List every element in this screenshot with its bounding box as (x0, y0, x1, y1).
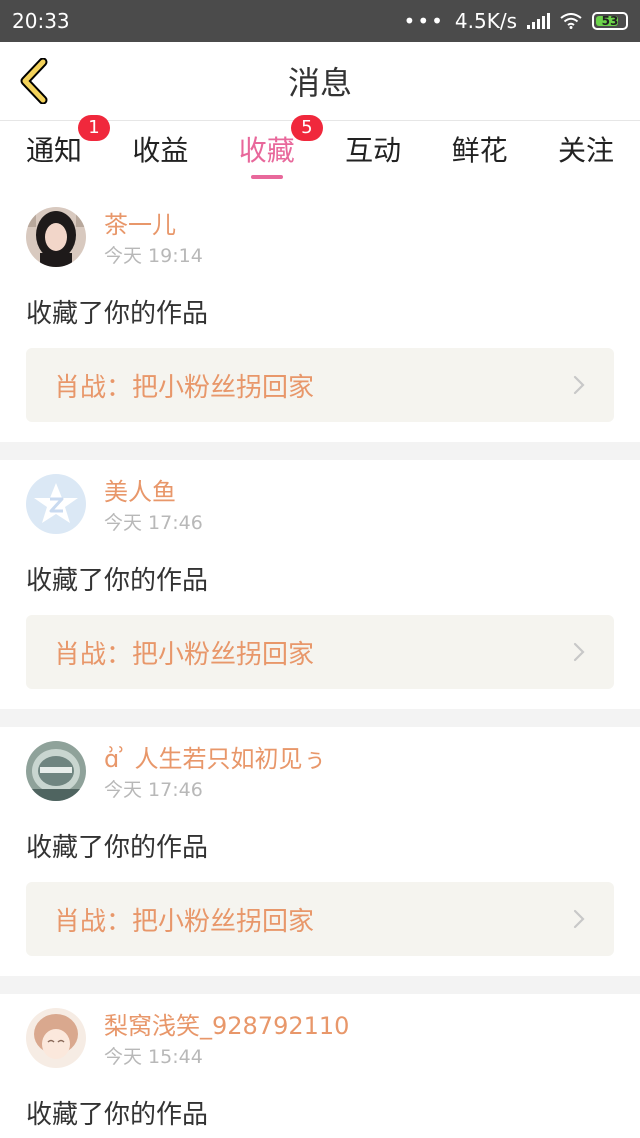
action-text: 收藏了你的作品 (26, 299, 209, 329)
status-icons: ••• 4.5K/s 53 (404, 9, 628, 33)
tab-label: 通知 (26, 134, 83, 167)
chevron-right-icon (573, 375, 585, 395)
wifi-icon (560, 13, 582, 29)
user-row: ɑ͗ ͗ 人生若只如初见ぅ 今天 17:46 (26, 741, 614, 805)
status-bar: 20:33 ••• 4.5K/s 53 (0, 0, 640, 42)
default-avatar-icon (26, 474, 86, 534)
status-time: 20:33 (12, 9, 70, 33)
tab-earnings[interactable]: 收益 (132, 121, 188, 193)
message-card: 梨窝浅笑_928792110 今天 15:44 收藏了你的作品 (0, 994, 640, 1138)
tab-flowers[interactable]: 鲜花 (452, 121, 508, 193)
battery-icon: 53 (592, 12, 628, 30)
action-text: 收藏了你的作品 (26, 833, 209, 863)
avatar[interactable] (26, 474, 86, 534)
work-link[interactable]: 肖战：把小粉丝拐回家 (26, 882, 614, 956)
timestamp: 今天 17:46 (104, 512, 203, 534)
username[interactable]: 梨窝浅笑_928792110 (104, 1010, 349, 1042)
battery-level: 53 (601, 14, 619, 28)
user-photo-icon (26, 207, 86, 267)
username[interactable]: 美人鱼 (104, 476, 203, 508)
username[interactable]: ɑ͗ ͗ 人生若只如初见ぅ (104, 743, 327, 775)
user-row: 美人鱼 今天 17:46 (26, 474, 614, 538)
unread-badge: 5 (290, 115, 323, 141)
chevron-right-icon (573, 909, 585, 929)
tab-notice[interactable]: 通知 1 (26, 115, 111, 193)
user-row: 梨窝浅笑_928792110 今天 15:44 (26, 1008, 614, 1072)
user-meta: ɑ͗ ͗ 人生若只如初见ぅ 今天 17:46 (104, 741, 327, 805)
action-text: 收藏了你的作品 (26, 566, 209, 596)
tab-interactions[interactable]: 互动 (345, 121, 401, 193)
message-card: ɑ͗ ͗ 人生若只如初见ぅ 今天 17:46 收藏了你的作品 肖战：把小粉丝拐回… (0, 727, 640, 976)
work-link[interactable]: 肖战：把小粉丝拐回家 (26, 615, 614, 689)
message-card: 美人鱼 今天 17:46 收藏了你的作品 肖战：把小粉丝拐回家 (0, 460, 640, 709)
tab-label: 收藏 (238, 134, 295, 167)
message-list: 茶一儿 今天 19:14 收藏了你的作品 肖战：把小粉丝拐回家 美人鱼 今天 1… (0, 193, 640, 1138)
back-button[interactable] (14, 57, 54, 105)
user-row: 茶一儿 今天 19:14 (26, 207, 614, 271)
chevron-right-icon (573, 642, 585, 662)
tab-label: 收益 (132, 134, 189, 167)
timestamp: 今天 17:46 (104, 779, 203, 801)
username[interactable]: 茶一儿 (104, 209, 203, 241)
tab-label: 关注 (557, 134, 614, 167)
page-title: 消息 (287, 64, 352, 102)
user-photo-icon (26, 741, 86, 801)
avatar[interactable] (26, 207, 86, 267)
user-meta: 梨窝浅笑_928792110 今天 15:44 (104, 1008, 349, 1072)
user-meta: 美人鱼 今天 17:46 (104, 474, 203, 538)
tab-follows[interactable]: 关注 (558, 121, 614, 193)
timestamp: 今天 19:14 (104, 245, 203, 267)
avatar[interactable] (26, 741, 86, 801)
work-title: 肖战：把小粉丝拐回家 (54, 639, 315, 670)
unread-badge: 1 (78, 115, 111, 141)
chevron-left-icon (20, 58, 48, 104)
active-tab-indicator (250, 175, 283, 179)
work-title: 肖战：把小粉丝拐回家 (54, 372, 315, 403)
nav-header: 消息 (0, 42, 640, 121)
network-speed: 4.5K/s (454, 9, 517, 33)
tab-favorites[interactable]: 收藏 5 (238, 115, 323, 193)
action-text: 收藏了你的作品 (26, 1100, 209, 1130)
work-title: 肖战：把小粉丝拐回家 (54, 906, 315, 937)
work-link[interactable]: 肖战：把小粉丝拐回家 (26, 348, 614, 422)
user-meta: 茶一儿 今天 19:14 (104, 207, 203, 271)
tab-label: 互动 (345, 134, 402, 167)
user-photo-icon (26, 1008, 86, 1068)
tab-bar: 通知 1 收益 收藏 5 互动 鲜花 关注 (0, 115, 640, 193)
avatar[interactable] (26, 1008, 86, 1068)
more-dots-icon: ••• (403, 9, 445, 33)
tab-label: 鲜花 (451, 134, 508, 167)
signal-icon (527, 13, 550, 29)
timestamp: 今天 15:44 (104, 1046, 203, 1068)
message-card: 茶一儿 今天 19:14 收藏了你的作品 肖战：把小粉丝拐回家 (0, 193, 640, 442)
